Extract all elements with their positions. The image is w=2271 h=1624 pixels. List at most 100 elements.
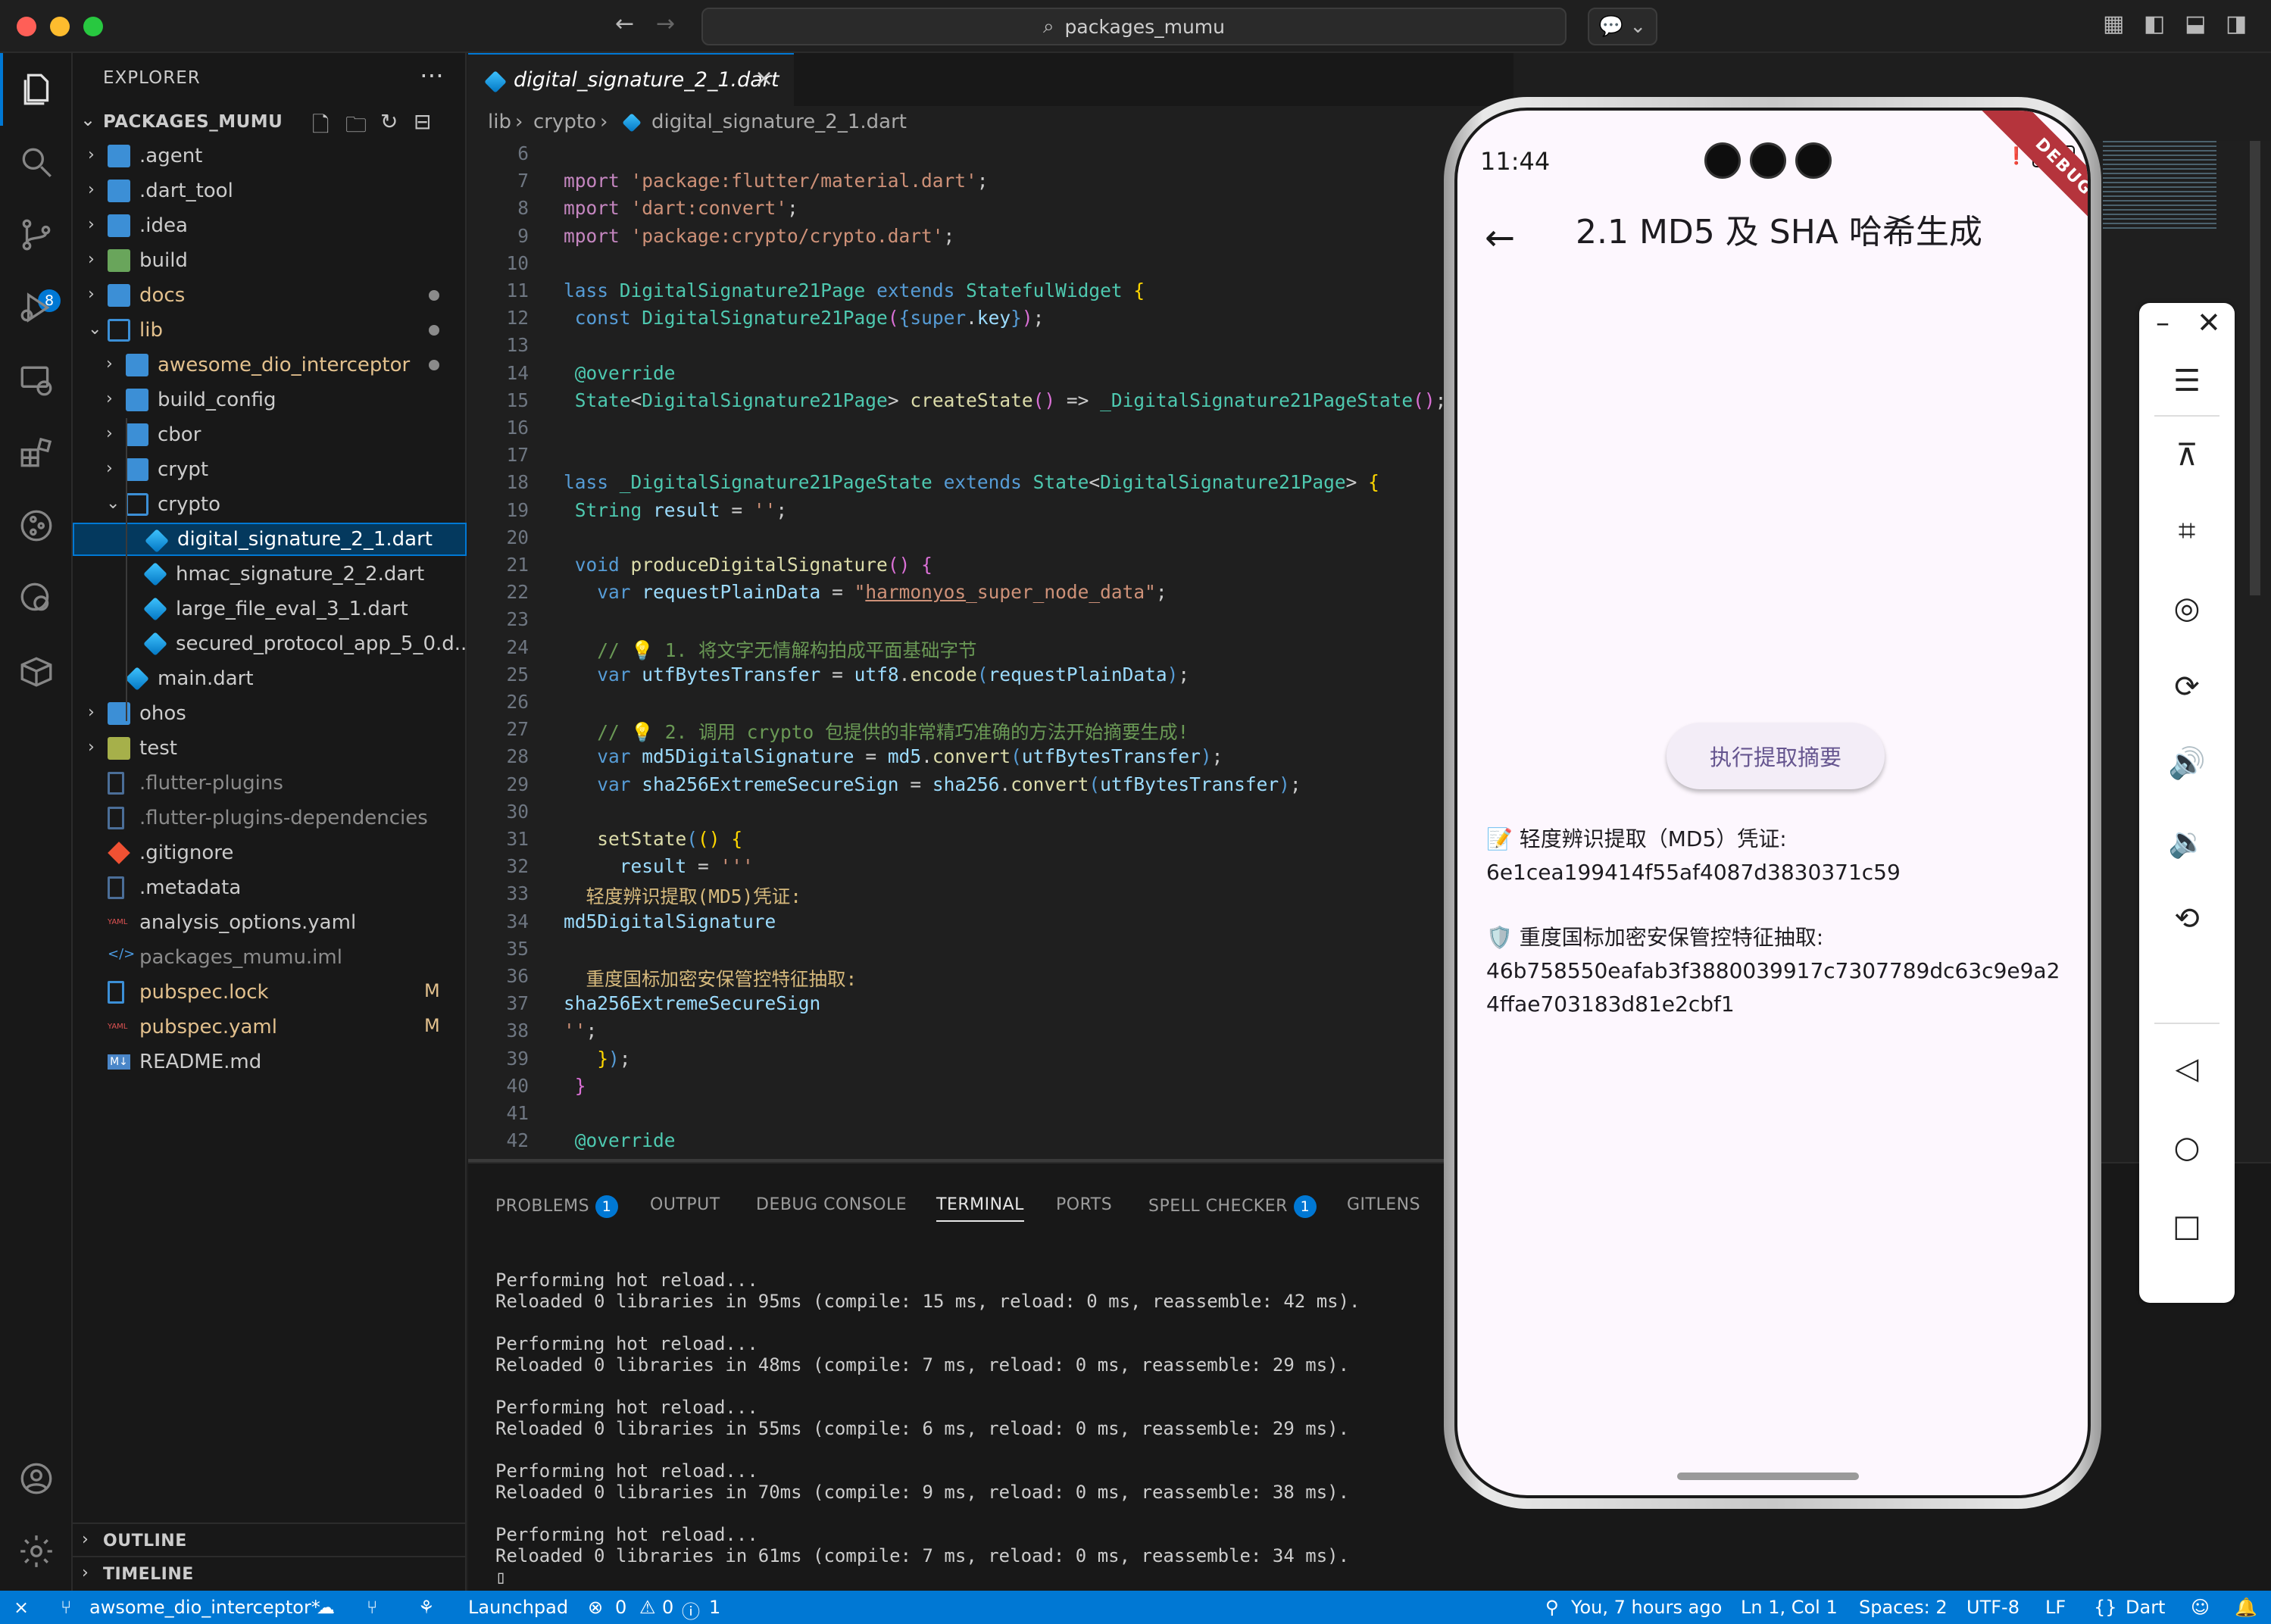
code-line[interactable]: sha256ExtremeSecureSign: [564, 992, 820, 1014]
notifications-bell-icon[interactable]: 🔔: [2235, 1597, 2257, 1618]
remote-indicator-icon[interactable]: ⨯: [14, 1597, 29, 1618]
errors-count[interactable]: 0: [615, 1597, 626, 1618]
code-line[interactable]: String result = '';: [564, 499, 787, 521]
tree-item[interactable]: digital_signature_2_1.dart: [73, 523, 467, 556]
minimize-window-button[interactable]: [50, 17, 70, 36]
code-line[interactable]: }: [564, 1075, 586, 1097]
settings-gear-icon[interactable]: [0, 1515, 73, 1588]
tree-item[interactable]: ⌄ crypto: [73, 488, 467, 521]
menu-icon[interactable]: ☰: [2139, 364, 2235, 398]
branch-name[interactable]: awsome_dio_interceptor*: [89, 1597, 320, 1618]
tree-item[interactable]: › build: [73, 244, 467, 277]
close-tab-icon[interactable]: ×: [754, 65, 773, 92]
search-icon[interactable]: [0, 126, 73, 198]
tree-item[interactable]: .flutter-plugins-dependencies: [73, 801, 467, 835]
code-line[interactable]: lass _DigitalSignature21PageState extend…: [564, 471, 1379, 493]
code-line[interactable]: var md5DigitalSignature = md5.convert(ut…: [564, 745, 1223, 767]
sync-cloud-icon[interactable]: ☁: [317, 1597, 335, 1618]
code-line[interactable]: var utfBytesTransfer = utf8.encode(reque…: [564, 664, 1189, 686]
nav-home-icon[interactable]: ○: [2139, 1130, 2235, 1165]
screen-record-icon[interactable]: ◎: [2139, 591, 2235, 626]
copilot-icon[interactable]: ☺: [2191, 1597, 2210, 1618]
nav-recents-icon[interactable]: □: [2139, 1209, 2235, 1244]
pin-top-icon[interactable]: ⊼: [2139, 438, 2235, 473]
editor-scrollbar[interactable]: [2250, 141, 2260, 595]
tree-item[interactable]: .metadata: [73, 871, 467, 904]
code-line[interactable]: var sha256ExtremeSecureSign = sha256.con…: [564, 773, 1301, 795]
containers-icon[interactable]: [0, 635, 73, 707]
tree-item[interactable]: › crypt: [73, 453, 467, 486]
tree-item[interactable]: .gitignore: [73, 836, 467, 870]
close-icon[interactable]: ✕: [2197, 306, 2221, 339]
panel-tab-gitlens[interactable]: GITLENS: [1347, 1195, 1420, 1214]
code-line[interactable]: State<DigitalSignature21Page> createStat…: [564, 389, 1447, 411]
nav-back-icon[interactable]: ◁: [2139, 1051, 2235, 1086]
tree-item[interactable]: YAML analysis_options.yaml: [73, 906, 467, 939]
rotate-icon[interactable]: ⟳: [2139, 670, 2235, 704]
tree-item[interactable]: › build_config: [73, 383, 467, 417]
toggle-sidebar-icon[interactable]: ◧: [2144, 11, 2165, 37]
code-line[interactable]: 轻度辨识提取(MD5)凭证:: [564, 882, 802, 909]
back-arrow-icon[interactable]: ←: [1485, 217, 1515, 259]
code-line[interactable]: // 💡 2. 调用 crypto 包提供的非常精巧准确的方法开始摘要生成!: [564, 718, 1189, 745]
code-line[interactable]: @override: [564, 1129, 676, 1151]
collapse-all-icon[interactable]: ⊟: [414, 109, 431, 134]
volume-up-icon[interactable]: 🔊: [2139, 745, 2235, 781]
gitlens-inspect-icon[interactable]: [0, 562, 73, 635]
tree-item[interactable]: ⌄ lib: [73, 314, 467, 347]
indentation[interactable]: Spaces: 2: [1859, 1597, 1948, 1618]
code-line[interactable]: });: [564, 1048, 630, 1070]
tree-item[interactable]: M↓ README.md: [73, 1045, 467, 1079]
code-line[interactable]: var requestPlainData = "harmonyos_super_…: [564, 581, 1167, 603]
warnings-count[interactable]: 0: [662, 1597, 673, 1618]
code-line[interactable]: @override: [564, 362, 676, 384]
breadcrumb-crypto[interactable]: crypto: [533, 111, 596, 133]
minimize-icon[interactable]: –: [2156, 308, 2169, 339]
panel-tab-spell-checker[interactable]: SPELL CHECKER 1: [1148, 1195, 1317, 1218]
encoding[interactable]: UTF-8: [1966, 1597, 2020, 1618]
tree-item[interactable]: › .agent: [73, 139, 467, 173]
home-indicator[interactable]: [1677, 1473, 1859, 1480]
project-header[interactable]: ⌄ PACKAGES_MUMU: [73, 106, 467, 139]
tree-item[interactable]: large_file_eval_3_1.dart: [73, 592, 467, 626]
code-line[interactable]: mport 'package:crypto/crypto.dart';: [564, 225, 954, 247]
panel-tab-problems[interactable]: PROBLEMS 1: [495, 1195, 619, 1218]
code-line[interactable]: lass DigitalSignature21Page extends Stat…: [564, 280, 1145, 301]
accounts-icon[interactable]: [0, 1442, 73, 1515]
tree-item[interactable]: YAML pubspec.yaml M: [73, 1010, 467, 1044]
toggle-panel-icon[interactable]: ⬓: [2185, 11, 2206, 37]
volume-down-icon[interactable]: 🔉: [2139, 824, 2235, 860]
git-graph-icon[interactable]: ⑂: [367, 1597, 377, 1618]
tree-item[interactable]: › ohos: [73, 697, 467, 730]
copilot-chat-button[interactable]: 💬 ⌄: [1588, 8, 1657, 45]
rotate-device-icon[interactable]: ⟲: [2139, 901, 2235, 936]
line-ending[interactable]: LF: [2045, 1597, 2066, 1618]
tree-item[interactable]: › .dart_tool: [73, 174, 467, 208]
layout-grid-icon[interactable]: ▦: [2103, 11, 2124, 37]
code-line[interactable]: result = ''': [564, 855, 754, 877]
launchpad-button[interactable]: Launchpad: [468, 1597, 568, 1618]
panel-tab-output[interactable]: OUTPUT: [650, 1195, 720, 1214]
tree-item[interactable]: .flutter-plugins: [73, 767, 467, 800]
code-editor[interactable]: 6 7 mport 'package:flutter/material.dart';…: [468, 141, 1513, 1162]
tree-item[interactable]: › test: [73, 732, 467, 765]
maximize-window-button[interactable]: [83, 17, 103, 36]
tree-item[interactable]: pubspec.lock M: [73, 976, 467, 1009]
tree-item[interactable]: › awesome_dio_interceptor: [73, 348, 467, 382]
execute-digest-button[interactable]: 执行提取摘要: [1667, 723, 1885, 789]
gitlens-icon[interactable]: [0, 489, 73, 562]
code-line[interactable]: setState(() {: [564, 828, 742, 850]
cursor-position[interactable]: Ln 1, Col 1: [1741, 1597, 1838, 1618]
code-line[interactable]: const DigitalSignature21Page({super.key}…: [564, 307, 1045, 329]
close-window-button[interactable]: [17, 17, 36, 36]
tree-item[interactable]: secured_protocol_app_5_0.d...: [73, 627, 473, 661]
terminal-output[interactable]: Performing hot reload... Reloaded 0 libr…: [495, 1270, 1360, 1588]
tree-item[interactable]: › cbor: [73, 418, 467, 451]
code-line[interactable]: void produceDigitalSignature() {: [564, 554, 932, 576]
code-line[interactable]: // 💡 1. 将文字无情解构拍成平面基础字节: [564, 636, 976, 663]
tab-digital-signature[interactable]: digital_signature_2_1.dart ×: [468, 53, 794, 106]
command-center[interactable]: ⌕ packages_mumu: [701, 8, 1567, 45]
tree-item[interactable]: › docs: [73, 279, 467, 312]
tree-item[interactable]: main.dart: [73, 662, 467, 695]
remote-explorer-icon[interactable]: [0, 344, 73, 417]
